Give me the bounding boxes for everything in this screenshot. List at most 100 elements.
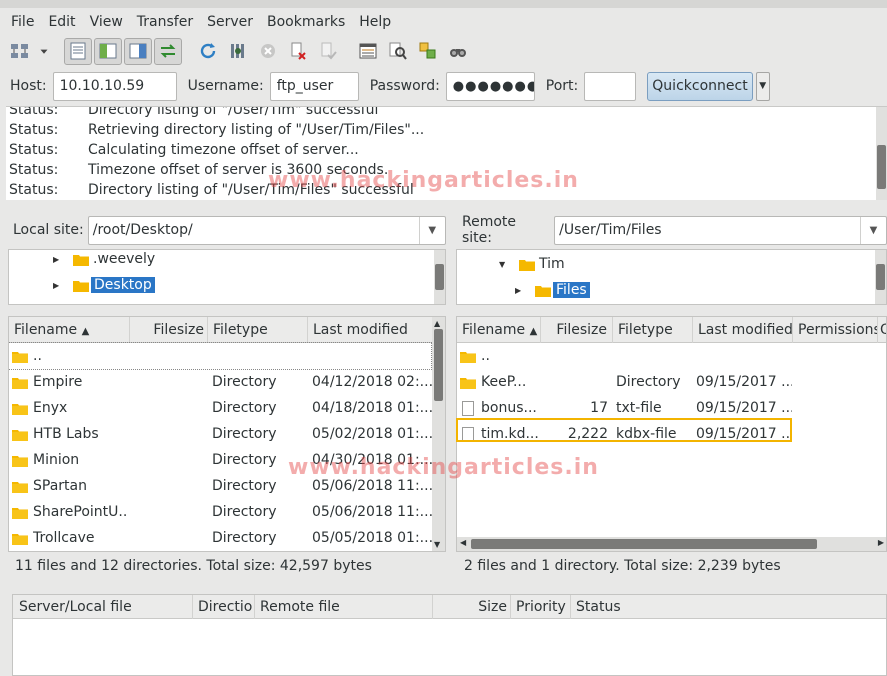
sync-browse-button[interactable] <box>414 38 442 65</box>
menu-view[interactable]: View <box>83 8 130 36</box>
scrollbar-thumb[interactable] <box>434 329 443 401</box>
toggle-message-log-button[interactable] <box>64 37 92 65</box>
cell-size <box>130 395 205 421</box>
username-input[interactable]: ftp_user <box>269 71 359 101</box>
search-icon <box>450 49 466 57</box>
column-last-modified[interactable]: Last modified <box>308 317 434 343</box>
table-row[interactable]: KeeP... Directory 09/15/2017 ... <box>457 369 886 395</box>
folder-icon <box>12 352 28 363</box>
cell-size <box>541 369 608 395</box>
column-owner[interactable]: O <box>878 317 886 343</box>
remote-tree-icon <box>129 43 147 59</box>
column-permissions[interactable]: Permissions <box>793 317 878 343</box>
tree-item-weevely[interactable]: ▶ .weevely <box>53 250 155 271</box>
cell-modified <box>696 343 792 369</box>
quickconnect-button[interactable]: Quickconnect <box>647 71 753 101</box>
table-row[interactable]: .. <box>457 343 886 369</box>
column-server-local-file[interactable]: Server/Local file <box>13 595 193 619</box>
menu-file[interactable]: File <box>4 8 41 36</box>
cell-type: Directory <box>212 400 277 416</box>
scrollbar-thumb[interactable] <box>876 264 885 290</box>
tree-item-label: Tim <box>539 256 565 272</box>
compare-button[interactable] <box>384 38 412 65</box>
local-list-scrollbar[interactable]: ▲ ▼ <box>432 317 445 551</box>
process-queue-icon <box>231 44 244 58</box>
scrollbar-thumb[interactable] <box>471 539 817 549</box>
table-row[interactable]: SharePointU... Directory 05/06/2018 11:... <box>9 499 432 525</box>
scrollbar-thumb[interactable] <box>435 264 444 290</box>
compare-icon <box>389 42 407 60</box>
column-filetype[interactable]: Filetype <box>208 317 308 343</box>
window-title-strip <box>0 0 887 8</box>
chevron-down-icon[interactable]: ▼ <box>860 216 886 244</box>
cancel-operation-button[interactable] <box>254 38 282 65</box>
tree-item-files[interactable]: ▶ Files <box>515 278 590 302</box>
site-manager-button[interactable] <box>6 38 34 65</box>
menu-transfer[interactable]: Transfer <box>130 8 200 36</box>
transfer-queue-icon <box>160 44 176 58</box>
queue-header: Server/Local file Directio Remote file S… <box>13 595 886 619</box>
scroll-left-icon[interactable]: ◀ <box>460 538 466 547</box>
cell-modified: 04/18/2018 01:... <box>312 400 432 416</box>
chevron-down-icon[interactable]: ▼ <box>418 216 445 244</box>
folder-icon <box>12 534 28 545</box>
menu-help[interactable]: Help <box>352 8 398 36</box>
tree-item-desktop[interactable]: ▶ Desktop <box>53 273 155 297</box>
log-scrollbar[interactable] <box>876 107 887 200</box>
tree-item-tim[interactable]: ▼ Tim <box>499 252 565 276</box>
file-icon <box>462 401 474 416</box>
column-filetype[interactable]: Filetype <box>613 317 693 343</box>
sort-ascending-icon: ▲ <box>81 326 90 337</box>
scroll-up-icon[interactable]: ▲ <box>434 319 440 328</box>
disconnect-button[interactable] <box>284 38 312 65</box>
local-tree-scrollbar[interactable] <box>434 250 445 304</box>
collapse-arrow-icon[interactable]: ▼ <box>499 260 513 269</box>
table-row[interactable]: .. <box>9 342 432 370</box>
remote-list-hscrollbar[interactable]: ◀ ▶ <box>457 537 886 551</box>
scroll-down-icon[interactable]: ▼ <box>434 540 440 549</box>
host-input[interactable]: 10.10.10.59 <box>52 71 177 101</box>
column-filesize[interactable]: Filesize <box>130 317 208 343</box>
menu-server[interactable]: Server <box>200 8 260 36</box>
table-row[interactable]: HTB Labs Directory 05/02/2018 01:... <box>9 421 432 447</box>
directory-filters-button[interactable] <box>354 38 382 65</box>
column-size[interactable]: Size <box>433 595 511 619</box>
cell-modified <box>312 343 432 369</box>
column-priority[interactable]: Priority <box>511 595 571 619</box>
log-scrollbar-thumb[interactable] <box>877 145 886 189</box>
search-button[interactable] <box>444 38 472 65</box>
site-manager-dropdown[interactable] <box>36 38 52 65</box>
table-row[interactable]: Enyx Directory 04/18/2018 01:... <box>9 395 432 421</box>
cancel-icon <box>261 44 275 58</box>
toggle-remote-tree-button[interactable] <box>124 37 152 65</box>
table-row[interactable]: Empire Directory 04/12/2018 02:... <box>9 369 432 395</box>
menu-bookmarks[interactable]: Bookmarks <box>260 8 352 36</box>
refresh-button[interactable] <box>194 38 222 65</box>
column-filename[interactable]: Filename ▲ <box>9 317 130 343</box>
column-remote-file[interactable]: Remote file <box>255 595 433 619</box>
remote-path-combobox[interactable]: /User/Tim/Files ▼ <box>554 215 887 245</box>
remote-tree-scrollbar[interactable] <box>875 250 886 304</box>
toggle-local-tree-button[interactable] <box>94 37 122 65</box>
column-status[interactable]: Status <box>571 595 886 619</box>
column-filename[interactable]: Filename ▲ <box>457 317 541 343</box>
password-input[interactable]: ●●●●●●●●● <box>445 71 535 101</box>
column-direction[interactable]: Directio <box>193 595 255 619</box>
expand-arrow-icon[interactable]: ▶ <box>515 286 529 295</box>
column-filesize[interactable]: Filesize <box>541 317 613 343</box>
table-row[interactable]: Trollcave Directory 05/05/2018 01:... <box>9 525 432 551</box>
expand-arrow-icon[interactable]: ▶ <box>53 255 67 264</box>
menu-edit[interactable]: Edit <box>41 8 82 36</box>
port-input[interactable] <box>584 71 637 101</box>
toggle-transfer-queue-button[interactable] <box>154 37 182 65</box>
process-queue-button[interactable] <box>224 38 252 65</box>
expand-arrow-icon[interactable]: ▶ <box>53 281 67 290</box>
local-path-combobox[interactable]: /root/Desktop/ ▼ <box>87 215 446 245</box>
column-last-modified[interactable]: Last modified <box>693 317 793 343</box>
message-log-icon <box>70 42 86 60</box>
quickconnect-history-dropdown[interactable]: ▼ <box>755 71 770 101</box>
scroll-right-icon[interactable]: ▶ <box>878 538 884 547</box>
reconnect-button[interactable] <box>314 38 342 65</box>
refresh-icon <box>200 43 216 59</box>
cell-size <box>130 343 205 369</box>
